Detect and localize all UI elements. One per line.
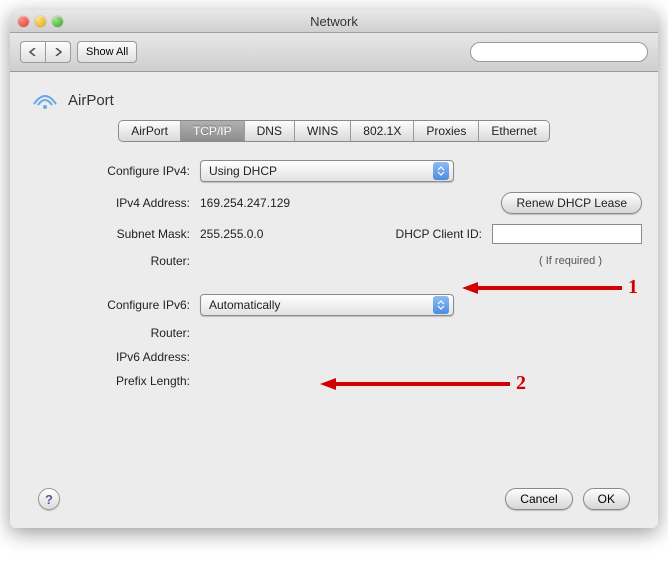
dhcp-client-id-label: DHCP Client ID: <box>396 227 482 241</box>
chevron-left-icon <box>29 48 37 56</box>
help-button[interactable]: ? <box>38 488 60 510</box>
subnet-mask-label: Subnet Mask: <box>30 227 190 241</box>
subnet-mask-value: 255.255.0.0 <box>200 227 263 241</box>
router-v4-label: Router: <box>30 254 190 268</box>
configure-ipv6-select[interactable]: Automatically <box>200 294 454 316</box>
cancel-button[interactable]: Cancel <box>505 488 572 510</box>
select-arrows-icon <box>433 162 449 180</box>
select-arrows-icon <box>433 296 449 314</box>
show-all-button[interactable]: Show All <box>77 41 137 63</box>
tab-dns[interactable]: DNS <box>245 121 295 141</box>
configure-ipv4-label: Configure IPv4: <box>30 164 190 178</box>
zoom-button[interactable] <box>52 16 63 27</box>
tab-ethernet[interactable]: Ethernet <box>479 121 548 141</box>
tab-airport[interactable]: AirPort <box>119 121 181 141</box>
tab-8021x[interactable]: 802.1X <box>351 121 414 141</box>
nav-back-forward <box>20 41 71 63</box>
back-button[interactable] <box>20 41 45 63</box>
network-preferences-window: Network Show All <box>10 10 658 528</box>
if-required-note: ( If required ) <box>539 255 602 267</box>
airport-icon <box>32 90 58 110</box>
forward-button[interactable] <box>45 41 71 63</box>
minimize-button[interactable] <box>35 16 46 27</box>
prefix-length-label: Prefix Length: <box>30 374 190 388</box>
tcpip-form: Configure IPv4: Using DHCP IPv4 Address:… <box>30 160 642 388</box>
ipv4-address-label: IPv4 Address: <box>30 196 190 210</box>
ipv4-address-value: 169.254.247.129 <box>200 196 290 210</box>
tab-bar: AirPort TCP/IP DNS WINS 802.1X Proxies E… <box>118 120 549 142</box>
close-button[interactable] <box>18 16 29 27</box>
tab-proxies[interactable]: Proxies <box>414 121 479 141</box>
interface-header: AirPort <box>32 90 642 110</box>
search-input[interactable] <box>470 42 648 62</box>
window-title: Network <box>10 14 658 29</box>
chevron-right-icon <box>54 48 62 56</box>
configure-ipv6-value: Automatically <box>209 298 280 312</box>
renew-dhcp-lease-button[interactable]: Renew DHCP Lease <box>501 192 642 214</box>
toolbar: Show All <box>10 33 658 72</box>
search-wrap <box>470 42 648 62</box>
tab-wins[interactable]: WINS <box>295 121 351 141</box>
dhcp-client-id-input[interactable] <box>492 224 642 244</box>
configure-ipv6-label: Configure IPv6: <box>30 298 190 312</box>
content-area: AirPort AirPort TCP/IP DNS WINS 802.1X P… <box>10 72 658 528</box>
configure-ipv4-select[interactable]: Using DHCP <box>200 160 454 182</box>
interface-name: AirPort <box>68 92 114 109</box>
ok-button[interactable]: OK <box>583 488 630 510</box>
tab-tcpip[interactable]: TCP/IP <box>181 121 245 141</box>
configure-ipv4-value: Using DHCP <box>209 164 277 178</box>
window-controls <box>18 16 63 27</box>
router-v6-label: Router: <box>30 326 190 340</box>
ipv6-address-label: IPv6 Address: <box>30 350 190 364</box>
footer: ? Cancel OK <box>26 478 642 514</box>
titlebar: Network <box>10 10 658 33</box>
